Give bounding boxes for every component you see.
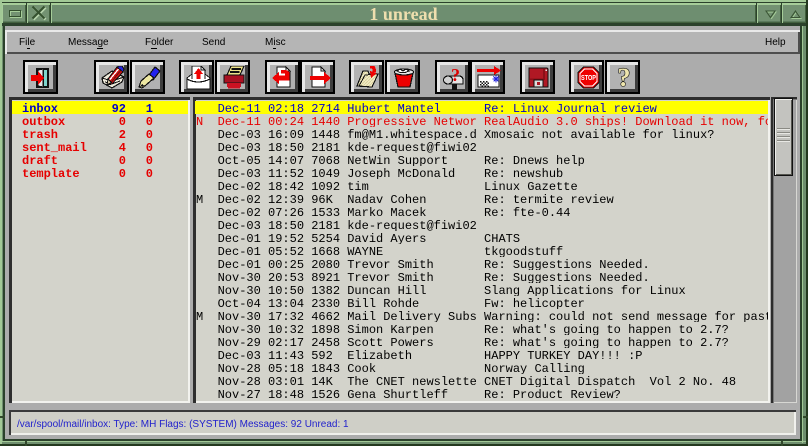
svg-text:STOP: STOP	[581, 75, 596, 82]
svg-text:?: ?	[618, 66, 631, 90]
svg-text:?: ?	[451, 66, 460, 85]
